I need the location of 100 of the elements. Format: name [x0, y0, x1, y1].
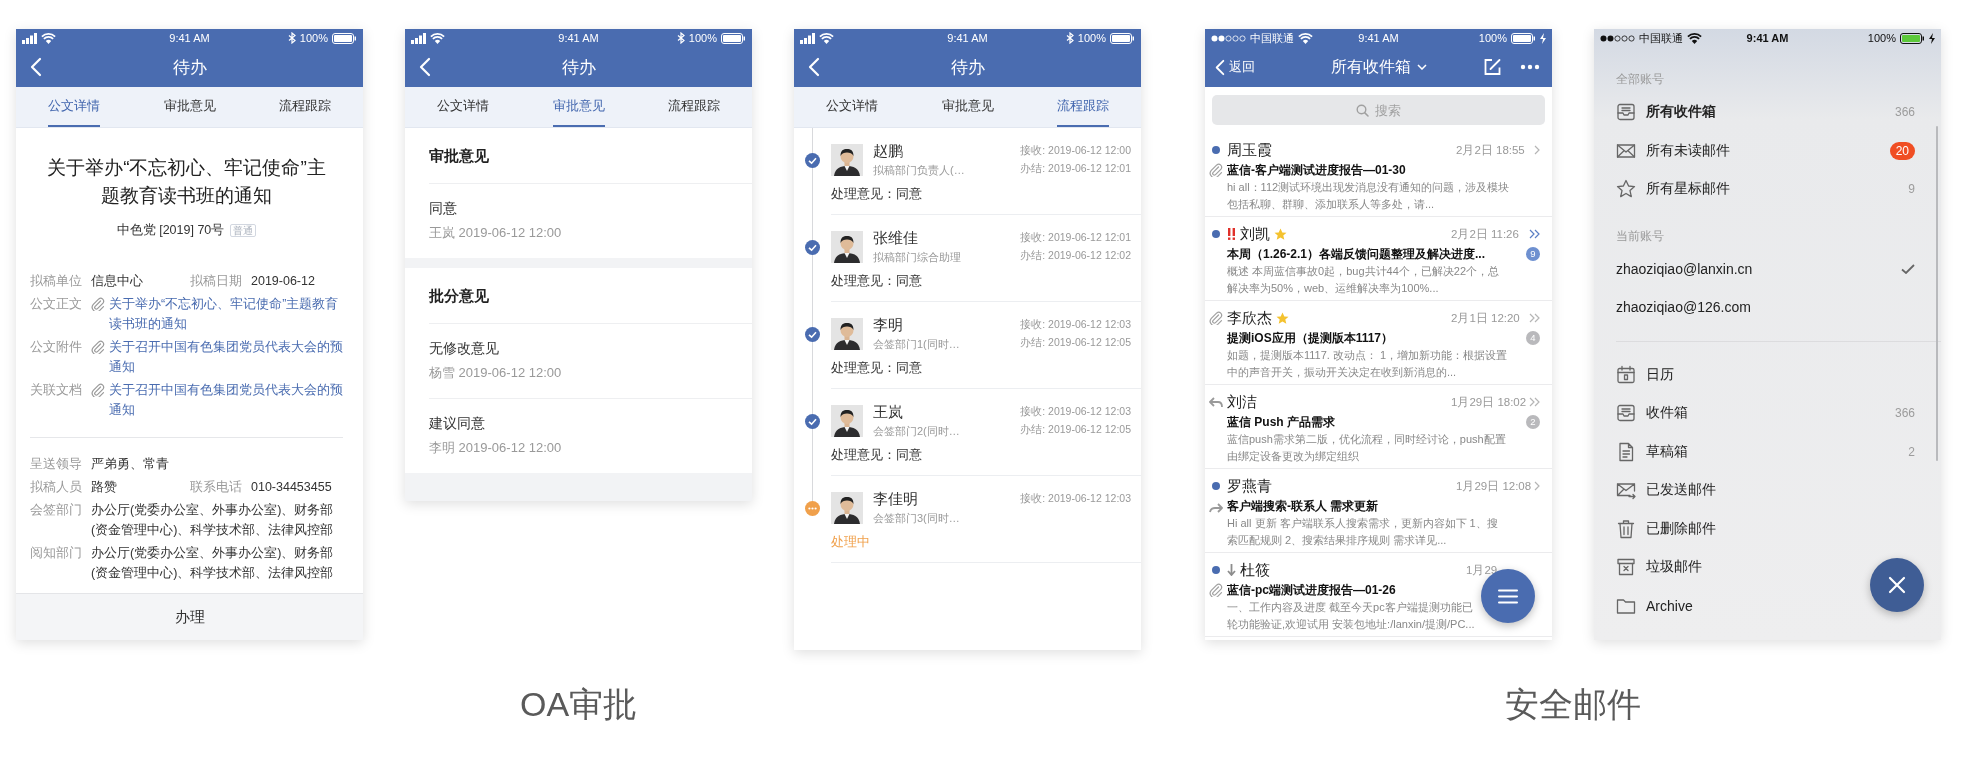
- document-link[interactable]: 关于召开中国有色集团党员代表大会的预通知: [109, 380, 343, 420]
- menu-item[interactable]: 所有星标邮件 9: [1616, 170, 1915, 209]
- person-role: 会签部门2(同时…: [873, 424, 961, 439]
- mail-preview: 包括私聊、群聊、添加联系人等多处，请...: [1227, 197, 1436, 212]
- account-item[interactable]: zhaoziqiao@lanxin.cn: [1616, 249, 1915, 288]
- document-title: 关于举办“不忘初心、牢记使命”主题教育读书班的通知: [46, 156, 327, 208]
- message-count: 4: [1526, 331, 1540, 345]
- status-time: 9:41 AM: [1746, 32, 1789, 44]
- battery-icon: [1900, 32, 1925, 44]
- tab[interactable]: 公文详情: [825, 87, 878, 127]
- menu-item[interactable]: 收件箱 366: [1616, 394, 1915, 433]
- mail-preview: Hi all 更新 客户端联系人搜索需求，更新内容如下 1、搜: [1227, 516, 1499, 531]
- menu-item[interactable]: 所有收件箱 366: [1616, 93, 1915, 132]
- battery-percent: 100%: [1867, 31, 1896, 45]
- caret-icon: [1416, 64, 1427, 70]
- document-link[interactable]: 关于召开中国有色集团党员代表大会的预通知: [109, 337, 343, 377]
- field-label: 拟稿人员: [30, 479, 83, 496]
- sender-name: 周玉霞: [1227, 140, 1272, 160]
- inbox-icon: [1616, 102, 1636, 123]
- menu-item[interactable]: 所有未读邮件 20: [1616, 131, 1915, 170]
- bluetooth-icon: [676, 32, 685, 44]
- battery-icon: [1110, 32, 1135, 44]
- wifi-icon: [1298, 32, 1313, 44]
- mail-time: 2月2日 18:55: [1456, 142, 1525, 158]
- sender-name: 罗燕青: [1227, 476, 1272, 496]
- paperclip-icon: [91, 297, 105, 311]
- sender-name: 刘洁: [1227, 392, 1257, 412]
- wifi-icon: [41, 32, 56, 44]
- calendar-icon: [1616, 364, 1636, 385]
- mail-subject: 蓝信 Push 产品需求: [1227, 413, 1335, 431]
- more-icon[interactable]: [1520, 64, 1540, 70]
- opinion-meta: 李明 2019-06-12 12:00: [429, 439, 563, 457]
- mail-item[interactable]: 刘凯 2月2日 11:26 本周（1.26-2.1）各端反馈问题整理及解决进度... 9 概述 本周蓝信事故0起，bug共计44个，已解决22个，总 解决率为50%，web、运维解决率为100%...: [1205, 217, 1552, 301]
- mail-subject: 蓝信-pc端测试进度报告—01-26: [1227, 581, 1396, 599]
- mail-item[interactable]: 李欣杰 2月1日 12:20 提测iOS应用（提测版本1117） 4 如题，提测版本1117. 改动点： 1，增加新功能：根据设置 中的声音开关，振动开关决定在收到新消息的...: [1205, 301, 1552, 385]
- scrollbar[interactable]: [1936, 126, 1938, 461]
- menu-item[interactable]: 草稿箱 2: [1616, 432, 1915, 471]
- menu-item[interactable]: 已删除邮件: [1616, 509, 1716, 548]
- signal-icon: [1211, 34, 1246, 42]
- carrier-name: 中国联通: [1639, 31, 1683, 45]
- tab[interactable]: 审批意见: [163, 87, 216, 127]
- field-label: 阅知部门: [30, 545, 83, 562]
- status-time: 9:41 AM: [169, 32, 210, 44]
- avatar: [831, 405, 863, 437]
- mail-item[interactable]: 罗燕青 1月29日 12:08 客户端搜索-联系人 需求更新 Hi all 更新 客户端联系人搜索需求，更新内容如下 1、搜 索匹配规则 2、搜索结果排序规则 需求详见...: [1205, 469, 1552, 553]
- document-link[interactable]: 关于举办“不忘初心、牢记使命”主题教育读书班的通知: [109, 294, 343, 334]
- wifi-icon: [1687, 32, 1702, 44]
- process-button[interactable]: 办理: [16, 594, 363, 640]
- section-title: 审批意见: [428, 146, 490, 166]
- avatar: [831, 144, 863, 176]
- step-status: 处理中: [831, 533, 871, 551]
- back-icon: [1215, 58, 1225, 76]
- item-count: 9: [1908, 182, 1915, 197]
- carrier-name: 中国联通: [1250, 31, 1294, 45]
- received-time: 接收: 2019-06-12 12:03: [1020, 491, 1131, 506]
- compose-icon[interactable]: [1482, 57, 1502, 77]
- menu-item[interactable]: Archive: [1616, 586, 1693, 625]
- opinion-text: 同意: [429, 199, 458, 218]
- field-value: 办公厅(党委办公室、外事办公室)、财务部(资金管理中心)、科学技术部、法律风控部: [91, 502, 335, 539]
- close-button[interactable]: [1870, 558, 1924, 612]
- item-count: 2: [1908, 444, 1915, 459]
- menu-item[interactable]: 已发送邮件: [1616, 471, 1716, 510]
- received-time: 接收: 2019-06-12 12:01: [1020, 230, 1131, 245]
- screen-title: 待办: [950, 56, 985, 79]
- wifi-icon: [430, 32, 445, 44]
- menu-item[interactable]: 日历: [1616, 355, 1674, 394]
- wifi-icon: [819, 32, 834, 44]
- field-label: 公文附件: [30, 339, 83, 356]
- field-value: 路赞: [91, 479, 118, 496]
- section-title: 全部账号: [1616, 71, 1665, 88]
- screen-title: 待办: [561, 56, 596, 79]
- person-role: 会签部门3(同时…: [873, 511, 961, 526]
- back-icon[interactable]: [30, 57, 42, 77]
- field-label: 关联文档: [30, 382, 83, 399]
- search-field[interactable]: 搜索: [1212, 95, 1545, 125]
- finished-time: 办结: 2019-06-12 12:05: [1020, 335, 1131, 350]
- mail-item[interactable]: 刘洁 1月29日 18:02 蓝信 Push 产品需求 2 蓝信push需求第二版，优化流程，同时经讨论，push配置 由绑定设备更改为绑定组织: [1205, 385, 1552, 469]
- back-button[interactable]: 返回: [1215, 56, 1255, 78]
- account-item[interactable]: zhaoziqiao@126.com: [1616, 288, 1915, 327]
- mail-preview: 一、工作内容及进度 截至今天pc客户端提测功能已: [1227, 600, 1474, 615]
- tab[interactable]: 审批意见: [941, 87, 994, 127]
- battery-icon: [1511, 32, 1536, 44]
- mail-subject: 提测iOS应用（提测版本1117）: [1227, 329, 1394, 347]
- status-time: 9:41 AM: [1358, 32, 1399, 44]
- menu-item[interactable]: 垃圾邮件: [1616, 548, 1702, 587]
- mailbox-switcher[interactable]: 所有收件箱: [1330, 56, 1427, 78]
- back-icon[interactable]: [808, 57, 820, 77]
- tab[interactable]: 流程跟踪: [668, 87, 721, 127]
- mail-preview: 蓝信push需求第二版，优化流程，同时经讨论，push配置: [1227, 432, 1507, 447]
- battery-percent: 100%: [299, 31, 328, 45]
- tab[interactable]: 流程跟踪: [279, 87, 332, 127]
- battery-icon: [721, 32, 746, 44]
- tab[interactable]: 公文详情: [436, 87, 489, 127]
- back-icon[interactable]: [419, 57, 431, 77]
- tab[interactable]: 流程跟踪: [1057, 87, 1110, 127]
- step-opinion: 处理意见：同意: [831, 185, 923, 203]
- step-opinion: 处理意见：同意: [831, 446, 923, 464]
- tab[interactable]: 公文详情: [47, 87, 100, 127]
- section-title: 批分意见: [428, 286, 490, 306]
- mail-item[interactable]: 周玉霞 2月2日 18:55 蓝信-客户端测试进度报告—01-30 hi all：112测试环境出现发消息没有通知的问题，涉及模块 包括私聊、群聊、添加联系人等多处，请...: [1205, 133, 1552, 217]
